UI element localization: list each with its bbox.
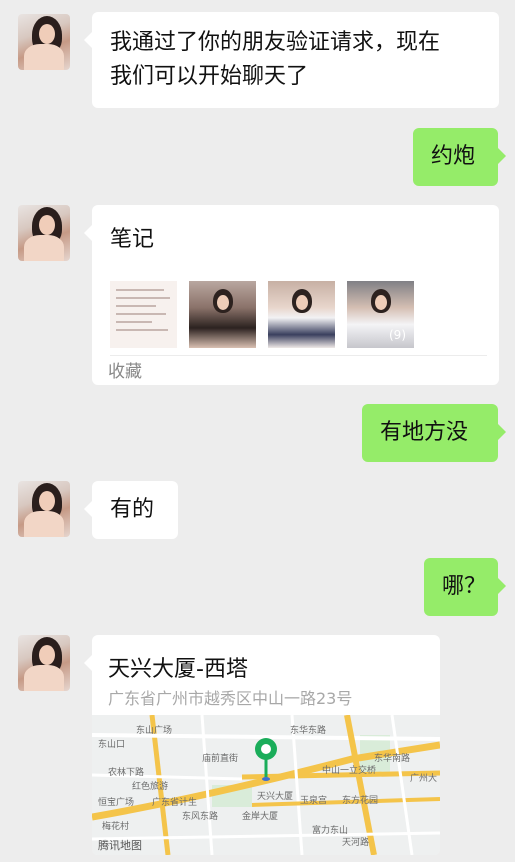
- message-bubble-sent[interactable]: 约炮: [413, 128, 506, 186]
- note-thumbnail-photo: [189, 281, 256, 348]
- message-bubble-received[interactable]: 有的: [84, 481, 178, 539]
- map-label: 广东省计生: [152, 798, 198, 808]
- message-text: 约炮: [431, 144, 476, 169]
- map-label: 东山广场: [136, 726, 173, 736]
- map-label: 中山一立交桥: [322, 766, 377, 776]
- map-label: 富力东山: [312, 826, 349, 836]
- map-label: 恒宝广场: [98, 798, 135, 808]
- thumbnail-count: (9): [389, 328, 406, 342]
- map-label: 东山口: [98, 740, 126, 750]
- map-label: 东华南路: [374, 754, 411, 764]
- message-text-line2: 我们可以开始聊天了: [110, 64, 309, 89]
- message-text-line1: 我通过了你的朋友验证请求，现在: [110, 30, 441, 55]
- map-label: 梅花村: [102, 822, 130, 832]
- message-bubble-received[interactable]: 我通过了你的朋友验证请求，现在 我们可以开始聊天了: [84, 12, 499, 108]
- map-label: 金岸大厦: [242, 812, 279, 822]
- map-label: 东华东路: [290, 726, 327, 736]
- contact-avatar[interactable]: [18, 481, 70, 537]
- message-text: 有的: [110, 497, 155, 522]
- map-label: 东方花园: [342, 796, 379, 806]
- map-label: 庙前直街: [202, 754, 239, 764]
- favorites-label: 收藏: [108, 362, 142, 382]
- map-label: 红色旅游: [132, 782, 169, 792]
- note-thumbnail-document: [110, 281, 177, 348]
- location-map[interactable]: 东山广场 东山口 农林下路 中山一立交桥 东华东路 天兴大厦 玉泉宫 东方花园 …: [92, 715, 440, 855]
- map-brand-label: 腾讯地图: [98, 839, 142, 852]
- note-thumbnail-photo: (9): [347, 281, 414, 348]
- location-card[interactable]: 天兴大厦-西塔 广东省广州市越秀区中山一路23号 东山广场 东山口 农林下路 中…: [84, 635, 440, 855]
- map-label: 天河路: [342, 838, 370, 848]
- message-bubble-sent[interactable]: 有地方没: [362, 404, 506, 462]
- contact-avatar[interactable]: [18, 14, 70, 70]
- note-card[interactable]: 笔记 (9) 收藏: [84, 205, 499, 385]
- map-label: 天兴大厦: [257, 792, 294, 802]
- message-text: 有地方没: [380, 420, 469, 445]
- note-thumbnail-photo: [268, 281, 335, 348]
- location-pin-icon: [255, 738, 277, 781]
- location-title: 天兴大厦-西塔: [108, 657, 248, 682]
- note-title: 笔记: [110, 227, 155, 252]
- map-label: 玉泉宫: [300, 796, 328, 806]
- map-label: 广州大: [410, 774, 438, 784]
- location-address: 广东省广州市越秀区中山一路23号: [108, 689, 353, 708]
- map-label: 农林下路: [108, 768, 145, 778]
- card-divider: [110, 355, 487, 356]
- contact-avatar[interactable]: [18, 205, 70, 261]
- map-label: 东风东路: [182, 812, 219, 822]
- note-thumbnails: (9): [110, 281, 490, 349]
- message-bubble-sent[interactable]: 哪？: [424, 558, 506, 616]
- contact-avatar[interactable]: [18, 635, 70, 691]
- message-text: 哪？: [442, 574, 487, 599]
